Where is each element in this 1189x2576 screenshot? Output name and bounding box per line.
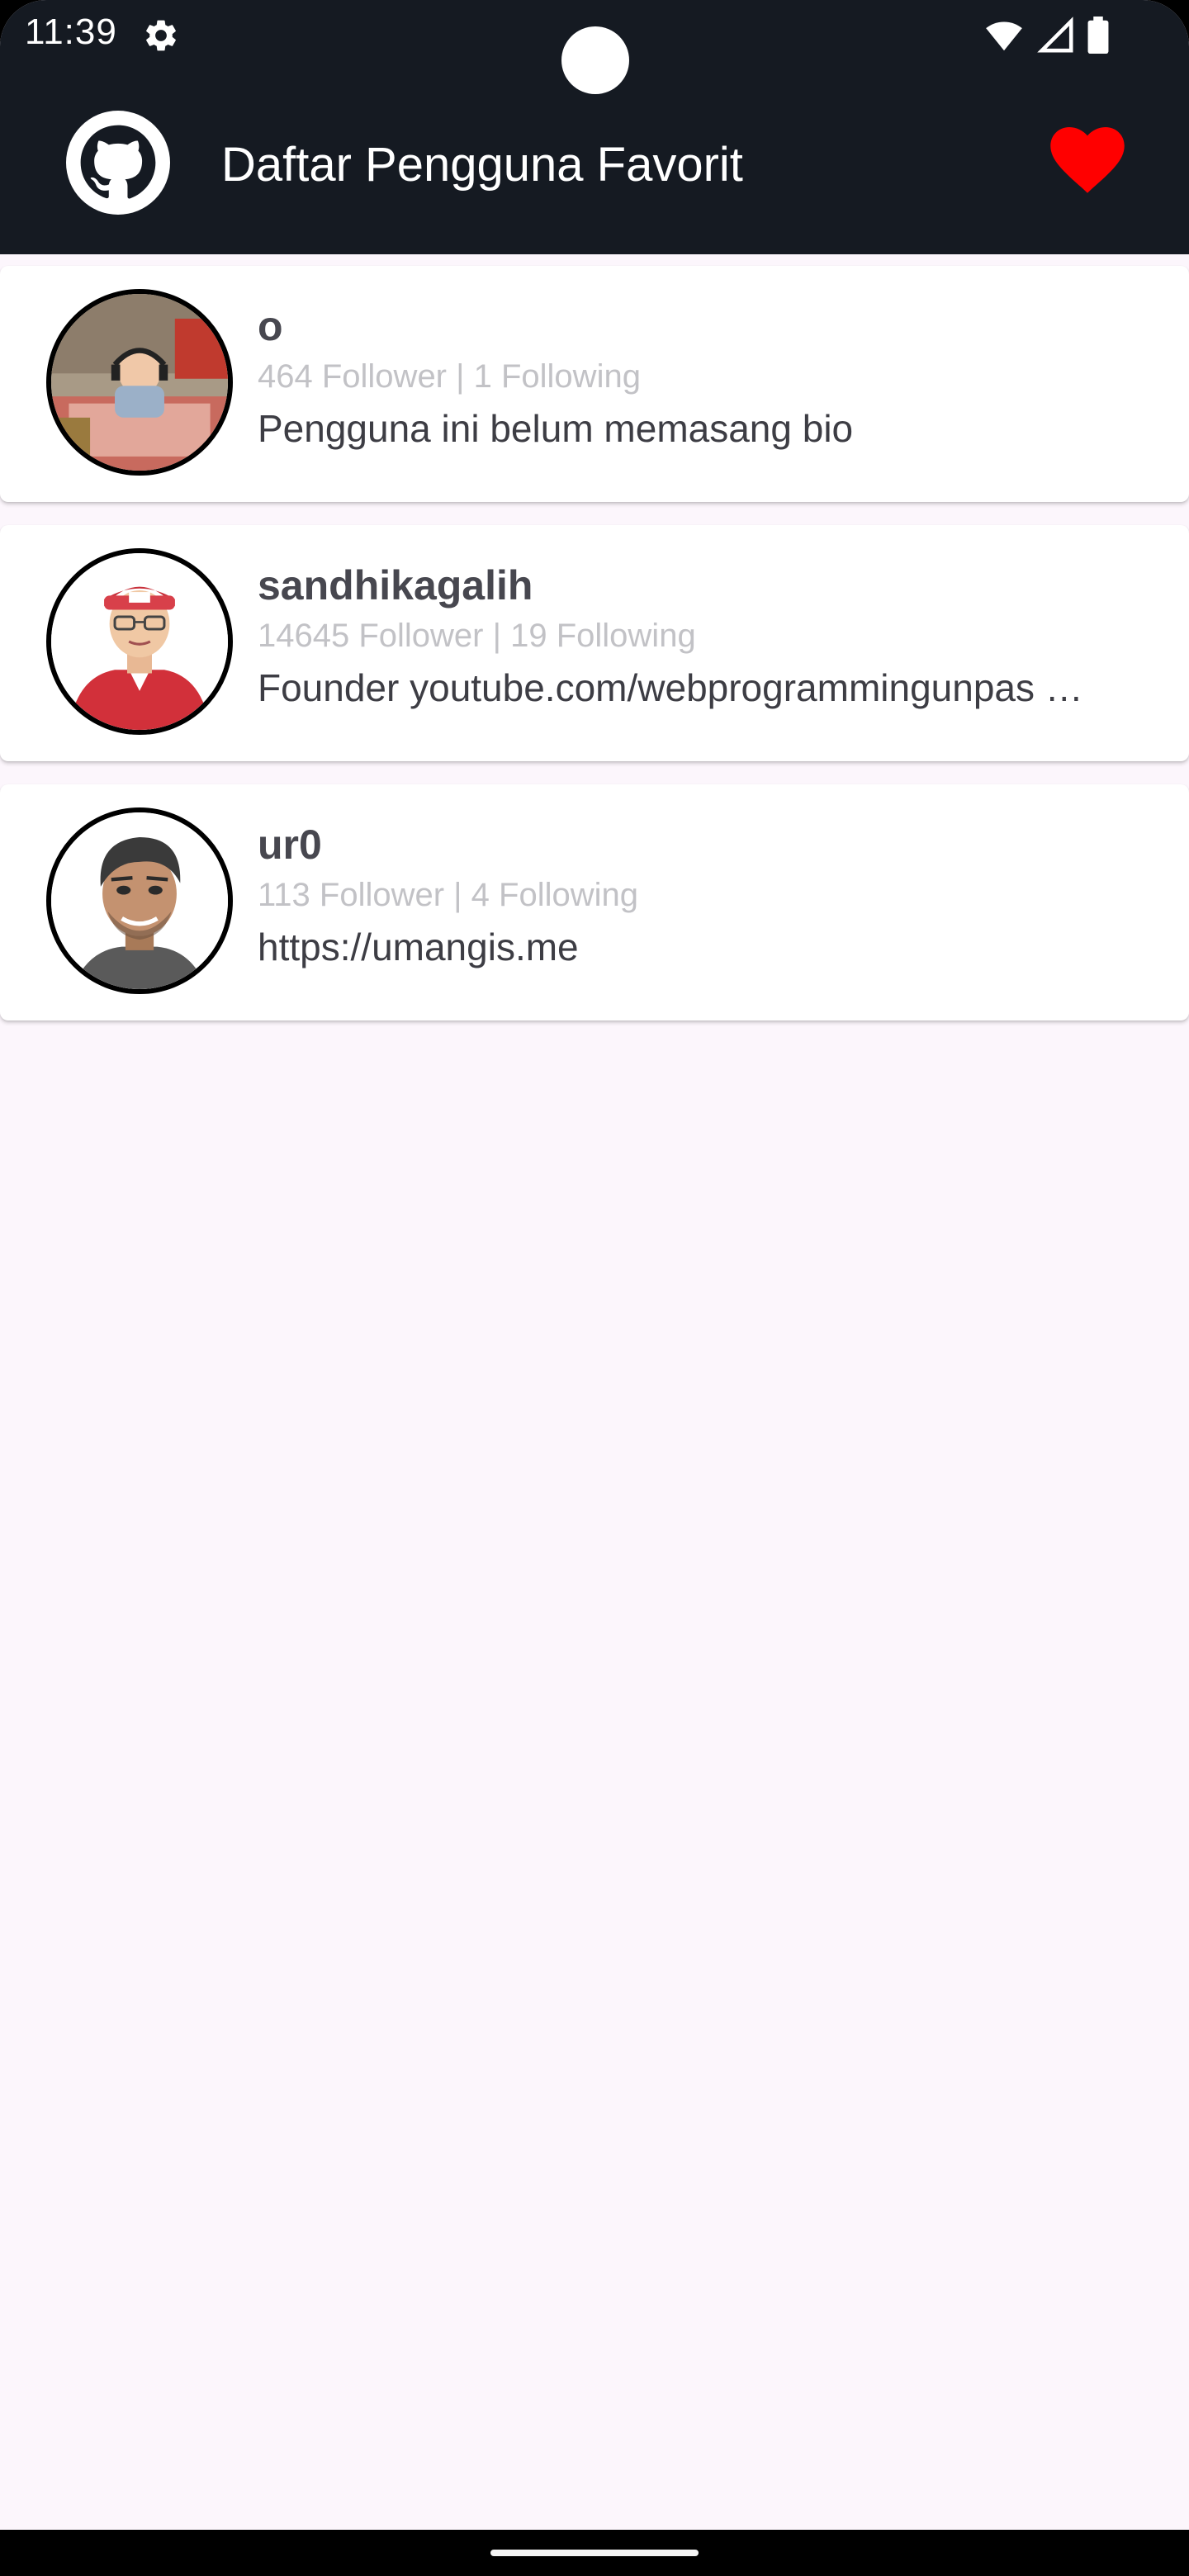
list-item[interactable]: o 464 Follower | 1 Following Pengguna in… [0,266,1189,502]
user-bio: https://umangis.me [258,926,579,968]
page-title: Daftar Pengguna Favorit [221,138,743,192]
list-item[interactable]: ur0 113 Follower | 4 Following https://u… [0,784,1189,1020]
user-name: ur0 [258,822,322,868]
user-name: o [258,303,283,349]
github-icon [66,111,170,215]
battery-icon [1087,17,1110,59]
avatar [46,289,233,476]
wifi-icon [983,17,1026,59]
avatar [46,807,233,994]
signal-icon [1037,17,1075,59]
heart-icon [1050,126,1125,199]
navigation-bar [0,2530,1189,2576]
list-item[interactable]: sandhikagalih 14645 Follower | 19 Follow… [0,525,1189,761]
settings-icon [142,17,180,54]
user-bio: Pengguna ini belum memasang bio [258,407,854,450]
screen: 11:39 Daftar Pengguna Favorit o 464 Foll… [0,0,1189,2576]
top-bar: 11:39 Daftar Pengguna Favorit [0,0,1189,254]
status-icons [983,17,1110,59]
status-bar: 11:39 [0,0,1189,94]
favorite-button[interactable] [1049,124,1126,201]
user-name: sandhikagalih [258,562,533,608]
app-bar: Daftar Pengguna Favorit [0,99,1189,228]
follow-stats: 14645 Follower | 19 Following [258,618,696,654]
front-camera [561,26,629,94]
follow-stats: 464 Follower | 1 Following [258,358,641,395]
avatar [46,548,233,735]
status-time: 11:39 [25,12,117,52]
home-gesture-handle[interactable] [490,2550,699,2556]
user-bio: Founder youtube.com/webprogrammingunpas … [258,666,1083,709]
follow-stats: 113 Follower | 4 Following [258,877,638,913]
